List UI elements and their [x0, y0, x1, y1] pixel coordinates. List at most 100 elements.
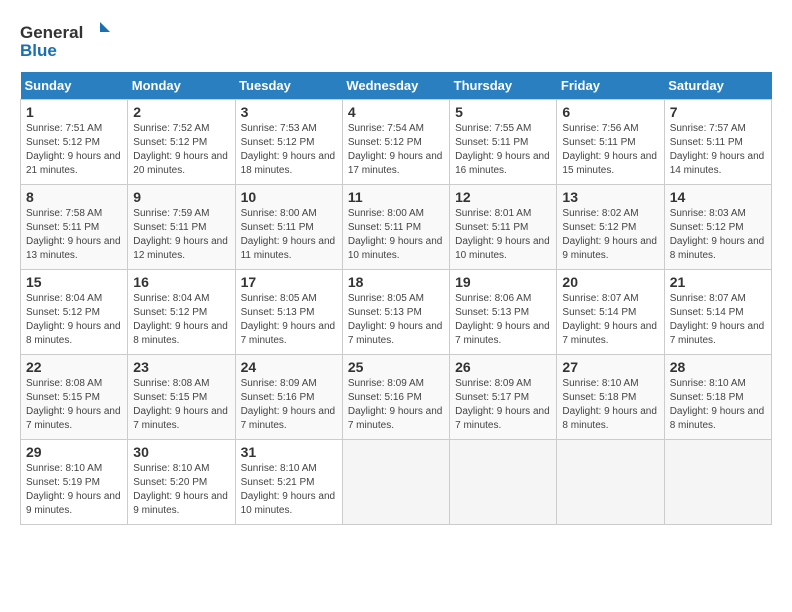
day-detail: Sunrise: 8:10 AMSunset: 5:18 PMDaylight:… [670, 378, 765, 431]
day-detail: Sunrise: 7:51 AMSunset: 5:12 PMDaylight:… [26, 123, 121, 176]
day-number: 2 [133, 104, 229, 120]
calendar-cell: 6 Sunrise: 7:56 AMSunset: 5:11 PMDayligh… [557, 100, 664, 185]
day-detail: Sunrise: 8:10 AMSunset: 5:20 PMDaylight:… [133, 463, 228, 516]
day-number: 18 [348, 274, 444, 290]
calendar-cell: 2 Sunrise: 7:52 AMSunset: 5:12 PMDayligh… [128, 100, 235, 185]
day-number: 6 [562, 104, 658, 120]
day-detail: Sunrise: 7:55 AMSunset: 5:11 PMDaylight:… [455, 123, 550, 176]
day-number: 10 [241, 189, 337, 205]
day-number: 23 [133, 359, 229, 375]
day-number: 14 [670, 189, 766, 205]
calendar-cell [664, 440, 771, 525]
calendar-cell: 25 Sunrise: 8:09 AMSunset: 5:16 PMDaylig… [342, 355, 449, 440]
weekday-header-wednesday: Wednesday [342, 72, 449, 100]
week-row-2: 8 Sunrise: 7:58 AMSunset: 5:11 PMDayligh… [21, 185, 772, 270]
day-number: 1 [26, 104, 122, 120]
weekday-header-row: SundayMondayTuesdayWednesdayThursdayFrid… [21, 72, 772, 100]
day-number: 8 [26, 189, 122, 205]
week-row-3: 15 Sunrise: 8:04 AMSunset: 5:12 PMDaylig… [21, 270, 772, 355]
logo-svg: GeneralBlue [20, 20, 110, 62]
day-number: 31 [241, 444, 337, 460]
day-number: 4 [348, 104, 444, 120]
day-number: 3 [241, 104, 337, 120]
calendar-table: SundayMondayTuesdayWednesdayThursdayFrid… [20, 72, 772, 525]
day-detail: Sunrise: 7:53 AMSunset: 5:12 PMDaylight:… [241, 123, 336, 176]
day-number: 26 [455, 359, 551, 375]
calendar-cell: 30 Sunrise: 8:10 AMSunset: 5:20 PMDaylig… [128, 440, 235, 525]
day-number: 24 [241, 359, 337, 375]
calendar-cell: 11 Sunrise: 8:00 AMSunset: 5:11 PMDaylig… [342, 185, 449, 270]
day-detail: Sunrise: 8:10 AMSunset: 5:19 PMDaylight:… [26, 463, 121, 516]
day-detail: Sunrise: 8:03 AMSunset: 5:12 PMDaylight:… [670, 208, 765, 261]
calendar-cell: 7 Sunrise: 7:57 AMSunset: 5:11 PMDayligh… [664, 100, 771, 185]
calendar-cell: 8 Sunrise: 7:58 AMSunset: 5:11 PMDayligh… [21, 185, 128, 270]
header: GeneralBlue [20, 20, 772, 62]
day-detail: Sunrise: 8:07 AMSunset: 5:14 PMDaylight:… [670, 293, 765, 346]
calendar-cell: 15 Sunrise: 8:04 AMSunset: 5:12 PMDaylig… [21, 270, 128, 355]
day-detail: Sunrise: 7:56 AMSunset: 5:11 PMDaylight:… [562, 123, 657, 176]
calendar-cell [342, 440, 449, 525]
day-detail: Sunrise: 7:58 AMSunset: 5:11 PMDaylight:… [26, 208, 121, 261]
calendar-cell: 16 Sunrise: 8:04 AMSunset: 5:12 PMDaylig… [128, 270, 235, 355]
day-number: 22 [26, 359, 122, 375]
calendar-cell: 22 Sunrise: 8:08 AMSunset: 5:15 PMDaylig… [21, 355, 128, 440]
calendar-cell [450, 440, 557, 525]
calendar-cell: 27 Sunrise: 8:10 AMSunset: 5:18 PMDaylig… [557, 355, 664, 440]
calendar-cell: 31 Sunrise: 8:10 AMSunset: 5:21 PMDaylig… [235, 440, 342, 525]
day-detail: Sunrise: 8:09 AMSunset: 5:17 PMDaylight:… [455, 378, 550, 431]
day-detail: Sunrise: 8:05 AMSunset: 5:13 PMDaylight:… [348, 293, 443, 346]
weekday-header-thursday: Thursday [450, 72, 557, 100]
day-number: 5 [455, 104, 551, 120]
day-detail: Sunrise: 7:59 AMSunset: 5:11 PMDaylight:… [133, 208, 228, 261]
day-detail: Sunrise: 8:07 AMSunset: 5:14 PMDaylight:… [562, 293, 657, 346]
day-number: 9 [133, 189, 229, 205]
calendar-cell: 26 Sunrise: 8:09 AMSunset: 5:17 PMDaylig… [450, 355, 557, 440]
calendar-cell: 12 Sunrise: 8:01 AMSunset: 5:11 PMDaylig… [450, 185, 557, 270]
day-detail: Sunrise: 8:08 AMSunset: 5:15 PMDaylight:… [133, 378, 228, 431]
weekday-header-saturday: Saturday [664, 72, 771, 100]
day-number: 7 [670, 104, 766, 120]
week-row-4: 22 Sunrise: 8:08 AMSunset: 5:15 PMDaylig… [21, 355, 772, 440]
week-row-1: 1 Sunrise: 7:51 AMSunset: 5:12 PMDayligh… [21, 100, 772, 185]
week-row-5: 29 Sunrise: 8:10 AMSunset: 5:19 PMDaylig… [21, 440, 772, 525]
calendar-cell: 9 Sunrise: 7:59 AMSunset: 5:11 PMDayligh… [128, 185, 235, 270]
day-number: 15 [26, 274, 122, 290]
weekday-header-monday: Monday [128, 72, 235, 100]
calendar-cell: 1 Sunrise: 7:51 AMSunset: 5:12 PMDayligh… [21, 100, 128, 185]
day-number: 21 [670, 274, 766, 290]
day-detail: Sunrise: 8:06 AMSunset: 5:13 PMDaylight:… [455, 293, 550, 346]
day-number: 28 [670, 359, 766, 375]
logo: GeneralBlue [20, 20, 110, 62]
calendar-cell: 24 Sunrise: 8:09 AMSunset: 5:16 PMDaylig… [235, 355, 342, 440]
day-number: 20 [562, 274, 658, 290]
day-detail: Sunrise: 8:08 AMSunset: 5:15 PMDaylight:… [26, 378, 121, 431]
svg-text:General: General [20, 23, 83, 42]
day-detail: Sunrise: 8:00 AMSunset: 5:11 PMDaylight:… [241, 208, 336, 261]
day-number: 25 [348, 359, 444, 375]
day-number: 17 [241, 274, 337, 290]
day-detail: Sunrise: 8:04 AMSunset: 5:12 PMDaylight:… [133, 293, 228, 346]
day-number: 11 [348, 189, 444, 205]
weekday-header-sunday: Sunday [21, 72, 128, 100]
calendar-cell: 13 Sunrise: 8:02 AMSunset: 5:12 PMDaylig… [557, 185, 664, 270]
calendar-cell: 4 Sunrise: 7:54 AMSunset: 5:12 PMDayligh… [342, 100, 449, 185]
day-detail: Sunrise: 8:10 AMSunset: 5:18 PMDaylight:… [562, 378, 657, 431]
day-detail: Sunrise: 8:01 AMSunset: 5:11 PMDaylight:… [455, 208, 550, 261]
calendar-cell: 14 Sunrise: 8:03 AMSunset: 5:12 PMDaylig… [664, 185, 771, 270]
calendar-cell: 3 Sunrise: 7:53 AMSunset: 5:12 PMDayligh… [235, 100, 342, 185]
calendar-cell: 18 Sunrise: 8:05 AMSunset: 5:13 PMDaylig… [342, 270, 449, 355]
day-number: 27 [562, 359, 658, 375]
day-detail: Sunrise: 7:54 AMSunset: 5:12 PMDaylight:… [348, 123, 443, 176]
day-number: 19 [455, 274, 551, 290]
day-number: 16 [133, 274, 229, 290]
weekday-header-friday: Friday [557, 72, 664, 100]
calendar-cell [557, 440, 664, 525]
svg-text:Blue: Blue [20, 41, 57, 60]
calendar-cell: 23 Sunrise: 8:08 AMSunset: 5:15 PMDaylig… [128, 355, 235, 440]
calendar-cell: 20 Sunrise: 8:07 AMSunset: 5:14 PMDaylig… [557, 270, 664, 355]
day-number: 12 [455, 189, 551, 205]
day-detail: Sunrise: 7:52 AMSunset: 5:12 PMDaylight:… [133, 123, 228, 176]
calendar-cell: 17 Sunrise: 8:05 AMSunset: 5:13 PMDaylig… [235, 270, 342, 355]
calendar-cell: 28 Sunrise: 8:10 AMSunset: 5:18 PMDaylig… [664, 355, 771, 440]
day-detail: Sunrise: 8:10 AMSunset: 5:21 PMDaylight:… [241, 463, 336, 516]
